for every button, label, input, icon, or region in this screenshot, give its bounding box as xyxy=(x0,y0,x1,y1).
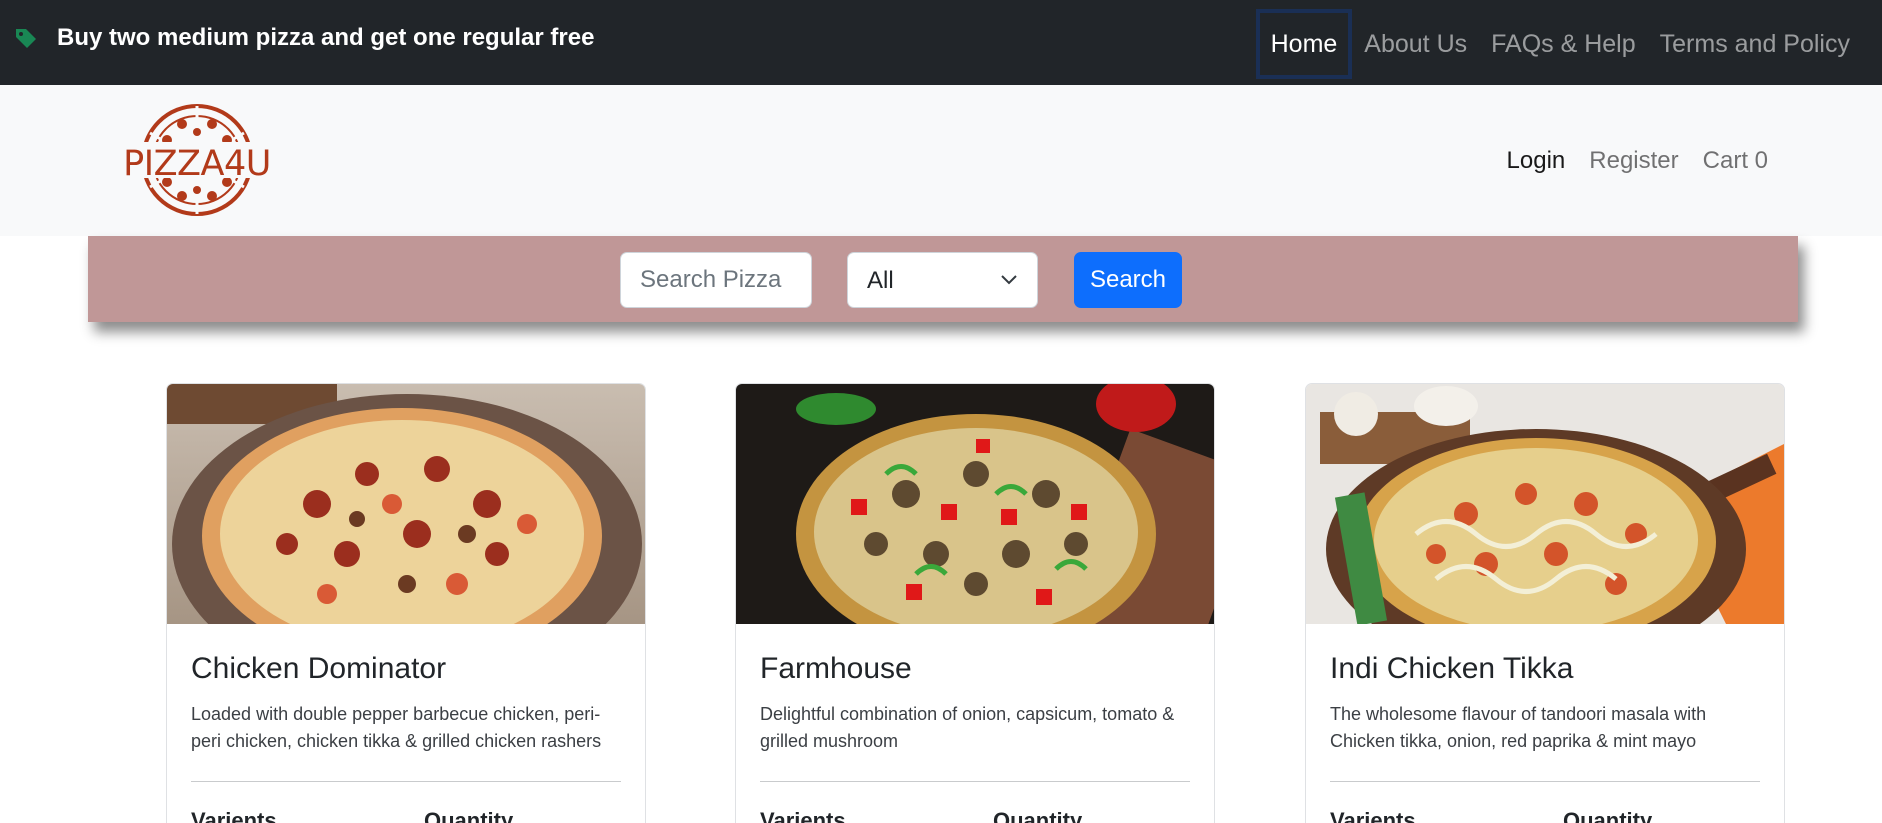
nav-faqs-help[interactable]: FAQs & Help xyxy=(1479,9,1648,79)
header: PIZZA4U Login Register Cart 0 xyxy=(0,85,1882,236)
pizza-card: Indi Chicken Tikka The wholesome flavour… xyxy=(1305,383,1785,823)
card-title: Chicken Dominator xyxy=(191,652,447,685)
search-input[interactable] xyxy=(620,252,812,308)
card-options: Varients Quantity xyxy=(191,808,621,823)
nav-home[interactable]: Home xyxy=(1255,9,1353,79)
promo-banner: Buy two medium pizza and get one regular… xyxy=(14,24,594,52)
pizza-image[interactable] xyxy=(167,384,645,624)
search-button[interactable]: Search xyxy=(1074,252,1182,308)
quantity-label: Quantity xyxy=(424,808,514,823)
quantity-label: Quantity xyxy=(1563,808,1653,823)
card-description: Loaded with double pepper barbecue chick… xyxy=(191,704,602,751)
nav-terms-policy[interactable]: Terms and Policy xyxy=(1648,9,1862,79)
nav-about-us[interactable]: About Us xyxy=(1352,9,1479,79)
category-select[interactable]: All xyxy=(847,252,1038,308)
category-select-value: All xyxy=(867,267,894,294)
card-title: Indi Chicken Tikka xyxy=(1330,652,1574,685)
card-description: Delightful combination of onion, capsicu… xyxy=(760,704,1175,751)
login-link[interactable]: Login xyxy=(1507,147,1566,175)
brand-logo[interactable]: PIZZA4U xyxy=(122,102,272,218)
pizza-card: Chicken Dominator Loaded with double pep… xyxy=(166,383,646,823)
search-bar: All Search xyxy=(88,236,1798,322)
user-nav: Login Register Cart 0 xyxy=(1483,147,1768,175)
quantity-label: Quantity xyxy=(993,808,1083,823)
tag-icon xyxy=(16,29,36,48)
pizza-image[interactable] xyxy=(736,384,1214,624)
card-description: The wholesome flavour of tandoori masala… xyxy=(1330,704,1707,751)
register-link[interactable]: Register xyxy=(1589,147,1678,175)
top-bar: Buy two medium pizza and get one regular… xyxy=(0,0,1882,85)
brand-name: PIZZA4U xyxy=(123,144,271,184)
promo-text: Buy two medium pizza and get one regular… xyxy=(57,24,595,51)
divider xyxy=(1330,781,1760,782)
top-nav: Home About Us FAQs & Help Terms and Poli… xyxy=(1255,8,1862,80)
divider xyxy=(191,781,621,782)
variants-label: Varients xyxy=(1330,808,1416,823)
variants-label: Varients xyxy=(191,808,277,823)
card-options: Varients Quantity xyxy=(1330,808,1760,823)
divider xyxy=(760,781,1190,782)
chevron-down-icon xyxy=(1001,275,1017,285)
cart-link[interactable]: Cart 0 xyxy=(1703,147,1768,175)
card-options: Varients Quantity xyxy=(760,808,1190,823)
card-title: Farmhouse xyxy=(760,652,912,685)
pizza-image[interactable] xyxy=(1306,384,1784,624)
variants-label: Varients xyxy=(760,808,846,823)
pizza-card: Farmhouse Delightful combination of onio… xyxy=(735,383,1215,823)
